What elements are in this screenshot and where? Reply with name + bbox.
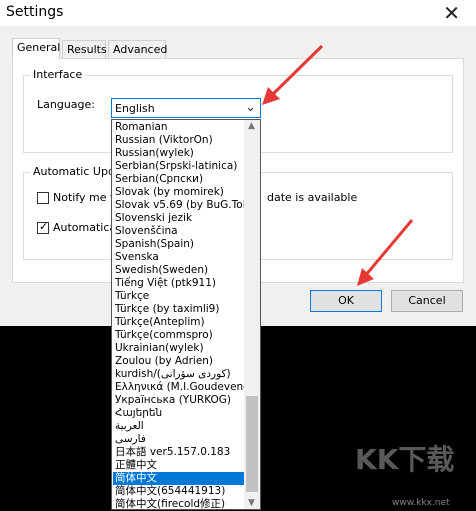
watermark-logo: KK下载 — [355, 443, 455, 476]
arrow-to-ok-icon — [357, 219, 414, 286]
annotation-arrows — [262, 44, 414, 286]
arrow-to-dropdown-icon — [262, 44, 324, 105]
tab-general[interactable]: General — [12, 38, 60, 60]
watermark-url: www.kkx.net — [392, 498, 450, 508]
